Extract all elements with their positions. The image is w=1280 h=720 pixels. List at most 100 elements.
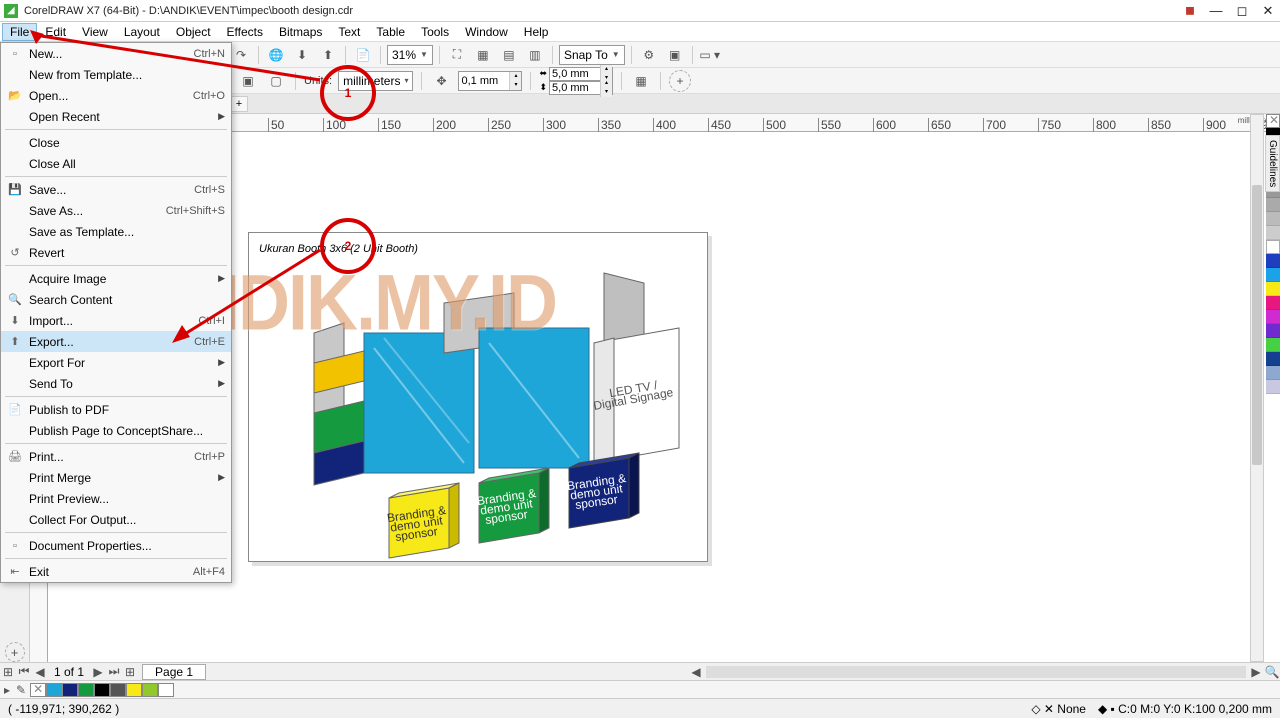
doc-color-swatch[interactable] bbox=[142, 683, 158, 697]
menu-item-icon: 🔍 bbox=[7, 293, 23, 306]
doc-color-swatch[interactable] bbox=[62, 683, 78, 697]
color-swatch[interactable] bbox=[1266, 352, 1280, 366]
color-swatch[interactable] bbox=[1266, 380, 1280, 394]
color-swatch[interactable] bbox=[1266, 338, 1280, 352]
annotation-circle-1: 1 bbox=[320, 65, 376, 121]
duplicate-y[interactable]: ▴▾ bbox=[549, 81, 613, 95]
guides-icon[interactable]: ▥ bbox=[524, 44, 546, 66]
snap-combo[interactable]: Snap To▼ bbox=[559, 45, 625, 65]
color-swatch[interactable] bbox=[1266, 366, 1280, 380]
menu-item-print-preview[interactable]: Print Preview... bbox=[1, 488, 231, 509]
menu-window[interactable]: Window bbox=[457, 23, 516, 41]
page-navigation: ⊞ ⏮ ◀ 1 of 1 ▶ ⏭ ⊞ Page 1 ◀ ▶ 🔍 bbox=[0, 662, 1280, 680]
rulers-icon[interactable]: ▦ bbox=[472, 44, 494, 66]
menu-tools[interactable]: Tools bbox=[413, 23, 457, 41]
color-swatch[interactable] bbox=[1266, 226, 1280, 240]
first-page-icon[interactable]: ⏮ bbox=[16, 664, 32, 679]
menu-item-shortcut: Ctrl+O bbox=[193, 90, 225, 102]
menu-help[interactable]: Help bbox=[516, 23, 557, 41]
color-swatch[interactable] bbox=[1266, 310, 1280, 324]
palette-arrow-icon[interactable]: ▸ bbox=[4, 683, 10, 697]
menu-item-label: Close bbox=[29, 136, 225, 150]
color-swatch[interactable] bbox=[1266, 268, 1280, 282]
menu-item-shortcut: Ctrl+S bbox=[194, 184, 225, 196]
app-icon[interactable]: ▭ ▾ bbox=[699, 44, 721, 66]
menu-item-icon: ⬇ bbox=[7, 314, 23, 327]
ruler-tick: 650 bbox=[928, 118, 951, 132]
nudge-icon: ✥ bbox=[430, 70, 452, 92]
color-swatch[interactable] bbox=[1266, 212, 1280, 226]
separator bbox=[380, 46, 381, 64]
nudge-distance[interactable]: ▴▾ bbox=[458, 71, 522, 91]
minimize-button[interactable]: — bbox=[1208, 3, 1224, 19]
zoom-nav-icon[interactable]: 🔍 bbox=[1264, 665, 1280, 679]
doc-color-swatch[interactable] bbox=[46, 683, 62, 697]
ruler-tick: 500 bbox=[763, 118, 786, 132]
doc-color-swatch[interactable] bbox=[94, 683, 110, 697]
prev-page-icon[interactable]: ◀ bbox=[32, 665, 48, 679]
no-fill-swatch[interactable]: ✕ bbox=[30, 683, 46, 697]
menu-item-publish-page-to-conceptshare[interactable]: Publish Page to ConceptShare... bbox=[1, 420, 231, 441]
menu-item-print-merge[interactable]: Print Merge▶ bbox=[1, 467, 231, 488]
doc-color-swatch[interactable] bbox=[126, 683, 142, 697]
doc-color-swatch[interactable] bbox=[158, 683, 174, 697]
menu-item-close[interactable]: Close bbox=[1, 132, 231, 153]
scrollbar-thumb[interactable] bbox=[1252, 185, 1262, 465]
fullscreen-icon[interactable]: ⛶ bbox=[446, 44, 468, 66]
menu-item-collect-for-output[interactable]: Collect For Output... bbox=[1, 509, 231, 530]
last-page-icon[interactable]: ⏭ bbox=[106, 664, 122, 679]
add-tab-button[interactable]: + bbox=[230, 96, 248, 112]
fill-indicator: ◇ ✕ None bbox=[1031, 702, 1086, 716]
eyedropper-icon[interactable]: ✎ bbox=[16, 683, 26, 697]
menu-item-document-properties[interactable]: ▫Document Properties... bbox=[1, 535, 231, 556]
page-add-after-icon[interactable]: ⊞ bbox=[122, 665, 138, 679]
submenu-arrow-icon: ▶ bbox=[218, 357, 225, 368]
add-tool-icon[interactable]: + bbox=[5, 642, 25, 662]
menu-item-export-for[interactable]: Export For▶ bbox=[1, 352, 231, 373]
menu-item-close-all[interactable]: Close All bbox=[1, 153, 231, 174]
menu-item-publish-to-pdf[interactable]: 📄Publish to PDF bbox=[1, 399, 231, 420]
next-page-icon[interactable]: ▶ bbox=[90, 665, 106, 679]
doc-color-swatch[interactable] bbox=[78, 683, 94, 697]
horizontal-scrollbar[interactable] bbox=[706, 666, 1246, 678]
menu-table[interactable]: Table bbox=[368, 23, 413, 41]
ruler-tick: 550 bbox=[818, 118, 841, 132]
menu-text[interactable]: Text bbox=[330, 23, 368, 41]
page-tab[interactable]: Page 1 bbox=[142, 664, 206, 680]
doc-color-swatch[interactable] bbox=[110, 683, 126, 697]
color-swatch[interactable] bbox=[1266, 198, 1280, 212]
vertical-scrollbar[interactable] bbox=[1250, 114, 1264, 662]
color-swatch[interactable] bbox=[1266, 240, 1280, 254]
color-swatch[interactable] bbox=[1266, 296, 1280, 310]
page-add-icon[interactable]: ⊞ bbox=[0, 665, 16, 679]
menu-separator bbox=[5, 129, 227, 130]
color-swatch[interactable] bbox=[1266, 282, 1280, 296]
menu-item-print[interactable]: 🖨Print...Ctrl+P bbox=[1, 446, 231, 467]
menu-item-save-as-template[interactable]: Save as Template... bbox=[1, 221, 231, 242]
zoom-combo[interactable]: 31%▼ bbox=[387, 45, 433, 65]
menu-item-save[interactable]: 💾Save...Ctrl+S bbox=[1, 179, 231, 200]
launch-icon[interactable]: ▣ bbox=[664, 44, 686, 66]
close-button[interactable]: ✕ bbox=[1260, 3, 1276, 19]
color-swatch[interactable] bbox=[1266, 254, 1280, 268]
separator bbox=[660, 72, 661, 90]
user-icon[interactable]: ◼ bbox=[1182, 3, 1198, 19]
canvas[interactable]: Ukuran Booth 3x6 (2 Unit Booth) bbox=[48, 132, 1280, 662]
menu-item-icon: 💾 bbox=[7, 183, 23, 196]
color-swatch[interactable] bbox=[1266, 324, 1280, 338]
menu-item-exit[interactable]: ⇤ExitAlt+F4 bbox=[1, 561, 231, 582]
no-color-swatch[interactable]: ✕ bbox=[1266, 114, 1280, 128]
guidelines-docker-tab[interactable]: Guidelines bbox=[1265, 135, 1280, 192]
add-preset-icon[interactable]: + bbox=[669, 70, 691, 92]
maximize-button[interactable]: ◻ bbox=[1234, 3, 1250, 19]
hscroll-right[interactable]: ▶ bbox=[1248, 665, 1264, 679]
options-icon[interactable]: ⚙ bbox=[638, 44, 660, 66]
treat-as-filled-icon[interactable]: ▦ bbox=[630, 70, 652, 92]
hscroll-left[interactable]: ◀ bbox=[688, 665, 704, 679]
pdf-icon[interactable]: 📄 bbox=[352, 44, 374, 66]
menu-item-open-recent[interactable]: Open Recent▶ bbox=[1, 106, 231, 127]
grid-icon[interactable]: ▤ bbox=[498, 44, 520, 66]
menu-item-icon: 🖨 bbox=[7, 450, 23, 463]
menu-item-save-as[interactable]: Save As...Ctrl+Shift+S bbox=[1, 200, 231, 221]
menu-item-send-to[interactable]: Send To▶ bbox=[1, 373, 231, 394]
